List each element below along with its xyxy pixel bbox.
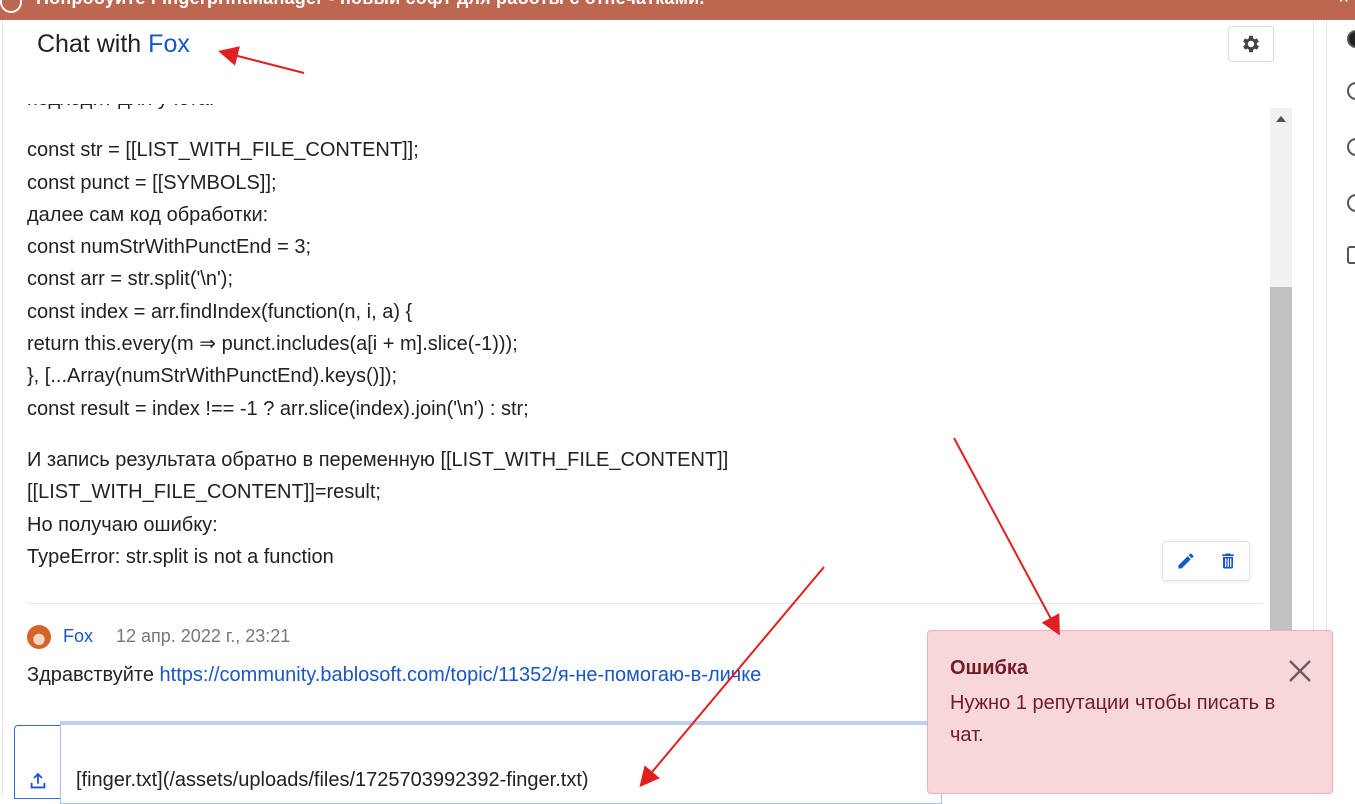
delete-message-button[interactable] [1217, 550, 1239, 572]
message-greeting: Здравствуйте [27, 664, 160, 686]
search-icon[interactable] [1347, 194, 1355, 212]
message-input[interactable]: [finger.txt](/assets/uploads/files/17257… [60, 721, 942, 804]
message-line: const index = arr.findIndex(function(n, … [27, 300, 413, 323]
upload-icon [30, 772, 46, 789]
message-line: подходит для учета. [27, 104, 1257, 115]
toast-message: Нужно 1 репутации чтобы писать в чат. [950, 692, 1276, 746]
gear-icon [1243, 35, 1259, 53]
toast-close-button[interactable] [1286, 657, 1314, 685]
chat-title-user[interactable]: Fox [148, 30, 190, 58]
message-body: подходит для учета. const str = [[LIST_WI… [27, 104, 1257, 573]
message-line: далее сам код обработки: [27, 203, 269, 226]
toast-title: Ошибка [950, 657, 1029, 679]
trash-icon [1222, 553, 1234, 569]
community-link[interactable]: https://community.bablosoft.com/topic/11… [160, 664, 762, 686]
message-line: const result = index !== -1 ? arr.slice(… [27, 397, 529, 420]
message-author[interactable]: Fox [63, 626, 93, 647]
info-icon [0, 0, 22, 13]
message-paragraph-gap [27, 425, 1257, 444]
banner-text: Попробуйте FingerprintManager - новый со… [36, 0, 705, 9]
message-line: const numStrWithPunctEnd = 3; [27, 236, 312, 259]
message-text: Здравствуйте https://community.bablosoft… [27, 664, 761, 687]
error-toast[interactable]: Ошибка Нужно 1 репутации чтобы писать в … [927, 630, 1333, 794]
menu-icon[interactable] [1347, 246, 1355, 264]
message-header: Fox 12 апр. 2022 г., 23:21 [27, 624, 627, 650]
message-line: const punct = [[SYMBOLS]]; [27, 171, 277, 194]
chat-title-prefix: Chat with [37, 30, 149, 58]
message-line: return this.every(m ⇒ punct.includes(a[i… [27, 333, 518, 356]
message-line: }, [...Array(numStrWithPunctEnd).keys()]… [27, 365, 398, 388]
announcement-banner[interactable]: Попробуйте FingerprintManager - новый со… [0, 0, 1355, 20]
avatar[interactable] [27, 625, 51, 649]
message-actions [1162, 541, 1250, 581]
chat-settings-button[interactable] [1228, 26, 1274, 62]
chat-title: Chat with Fox [37, 30, 190, 59]
close-icon [1289, 660, 1311, 682]
message-line: const arr = str.split('\n'); [27, 268, 234, 291]
chat-icon[interactable] [1347, 82, 1355, 100]
upload-button[interactable] [14, 725, 61, 799]
message-line: И запись результата обратно в переменную… [27, 448, 729, 471]
message-line: TypeError: str.split is not a function [27, 545, 334, 568]
banner-close-icon[interactable]: × [1338, 0, 1349, 9]
message-input-value: [finger.txt](/assets/uploads/files/17257… [76, 769, 589, 791]
notification-icon[interactable] [1347, 138, 1355, 156]
message-timestamp: 12 апр. 2022 г., 23:21 [116, 626, 291, 646]
message-paragraph-gap [27, 115, 1257, 134]
message-line: [[LIST_WITH_FILE_CONTENT]]=result; [27, 481, 381, 504]
message-line: Но получаю ошибку: [27, 513, 218, 536]
message-divider [27, 603, 1262, 604]
avatar-icon[interactable] [1347, 30, 1355, 48]
pencil-icon [1178, 553, 1194, 569]
message-list[interactable]: подходит для учета. const str = [[LIST_WI… [7, 104, 1293, 714]
edit-message-button[interactable] [1175, 550, 1197, 572]
message-line: const str = [[LIST_WITH_FILE_CONTENT]]; [27, 139, 419, 162]
scrollbar-up-arrow[interactable] [1270, 108, 1292, 130]
